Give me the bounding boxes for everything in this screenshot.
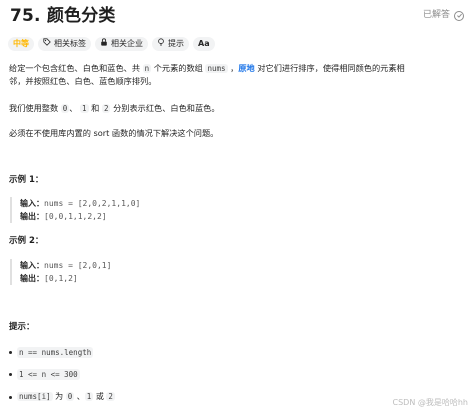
constraint-item: nums[i] 为 0 、 1 或 2 xyxy=(9,391,115,403)
desc-text: ， xyxy=(227,63,239,73)
constraint-code: 0 xyxy=(65,392,75,401)
example-1-block: 输入：nums = [2,0,2,1,1,0] 输出：[0,0,1,1,2,2] xyxy=(10,197,430,223)
input-label: 输入： xyxy=(20,261,44,270)
description-paragraph-2: 我们使用整数 0、 1 和 2 分别表示红色、白色和蓝色。 xyxy=(9,102,464,115)
example-2-block: 输入：nums = [2,0,1] 输出：[0,1,2] xyxy=(10,259,430,285)
constraint-text: 、 xyxy=(74,392,85,401)
inline-code-n: n xyxy=(142,64,152,73)
related-tags-label: 相关标签 xyxy=(54,39,86,48)
solved-label: 已解答 xyxy=(422,10,450,20)
input-label: 输入： xyxy=(20,199,44,208)
description-paragraph-3: 必须在不使用库内置的 sort 函数的情况下解决这个问题。 xyxy=(9,128,219,138)
constraint-code: 1 xyxy=(84,392,94,401)
desc-text: 给定一个包含红色、白色和蓝色、共 xyxy=(9,63,143,73)
inline-code-0: 0 xyxy=(60,104,70,113)
bullet-dot xyxy=(9,373,12,377)
input-value: nums = [2,0,1] xyxy=(44,261,112,270)
in-place-link[interactable]: 原地 xyxy=(238,63,254,73)
output-value: [0,0,1,1,2,2] xyxy=(44,212,107,221)
example-2-heading: 示例 2： xyxy=(9,236,44,246)
desc-text: 分别表示红色、白色和蓝色。 xyxy=(110,103,220,113)
example-2-output: 输出：[0,1,2] xyxy=(20,272,430,285)
constraint-item: 1 <= n <= 300 xyxy=(9,369,80,381)
lightbulb-icon xyxy=(157,38,165,50)
related-companies-label: 相关企业 xyxy=(111,39,143,48)
constraint-code: nums[i] xyxy=(17,392,53,401)
desc-text: 、 xyxy=(69,103,81,113)
lock-icon xyxy=(100,38,108,50)
output-label: 输出： xyxy=(20,274,44,283)
tag-row: 中等 相关标签 相关企业 提示 Aa xyxy=(8,37,215,51)
desc-text: 我们使用整数 xyxy=(9,103,61,113)
output-label: 输出： xyxy=(20,212,44,221)
example-1-output: 输出：[0,0,1,1,2,2] xyxy=(20,210,430,223)
inline-code-1: 1 xyxy=(80,104,89,113)
solved-status: 已解答 xyxy=(423,9,464,23)
desc-text: 和 xyxy=(88,103,102,113)
constraint-text: 或 xyxy=(93,392,107,401)
example-2-input: 输入：nums = [2,0,1] xyxy=(20,259,430,272)
related-companies-button[interactable]: 相关企业 xyxy=(95,37,148,51)
inline-code-nums: nums xyxy=(205,64,228,73)
bullet-dot xyxy=(9,351,12,355)
constraint-text: 为 xyxy=(52,392,66,401)
constraint-item: n == nums.length xyxy=(9,347,94,359)
watermark: CSDN @我是哈哈hh xyxy=(392,398,469,407)
constraint-code: 2 xyxy=(106,392,115,401)
constraint-code: n == nums.length xyxy=(17,347,94,359)
related-tags-button[interactable]: 相关标签 xyxy=(38,37,91,51)
constraints-heading: 提示： xyxy=(9,322,35,332)
constraint-code: 1 <= n <= 300 xyxy=(17,369,80,381)
description-paragraph-1: 给定一个包含红色、白色和蓝色、共 n 个元素的数组 nums ，原地 对它们进行… xyxy=(9,62,464,88)
desc-text: 对它们进行排序，使得相同颜色的元素相 xyxy=(254,63,405,73)
input-value: nums = [2,0,2,1,1,0] xyxy=(44,199,141,208)
desc-text: 个元素的数组 xyxy=(151,63,206,73)
desc-text: 邻，并按照红色、白色、蓝色顺序排列。 xyxy=(9,76,157,86)
example-1-heading: 示例 1： xyxy=(9,175,44,185)
difficulty-badge: 中等 xyxy=(8,37,34,51)
tag-icon xyxy=(43,38,51,50)
problem-title: 75. 颜色分类 xyxy=(10,6,116,26)
bullet-dot xyxy=(9,395,12,399)
output-value: [0,1,2] xyxy=(44,274,78,283)
hint-label: 提示 xyxy=(168,39,184,48)
font-size-toggle[interactable]: Aa xyxy=(193,37,215,51)
example-1-input: 输入：nums = [2,0,2,1,1,0] xyxy=(20,197,430,210)
check-circle-icon xyxy=(454,10,464,21)
hint-button[interactable]: 提示 xyxy=(152,37,189,51)
